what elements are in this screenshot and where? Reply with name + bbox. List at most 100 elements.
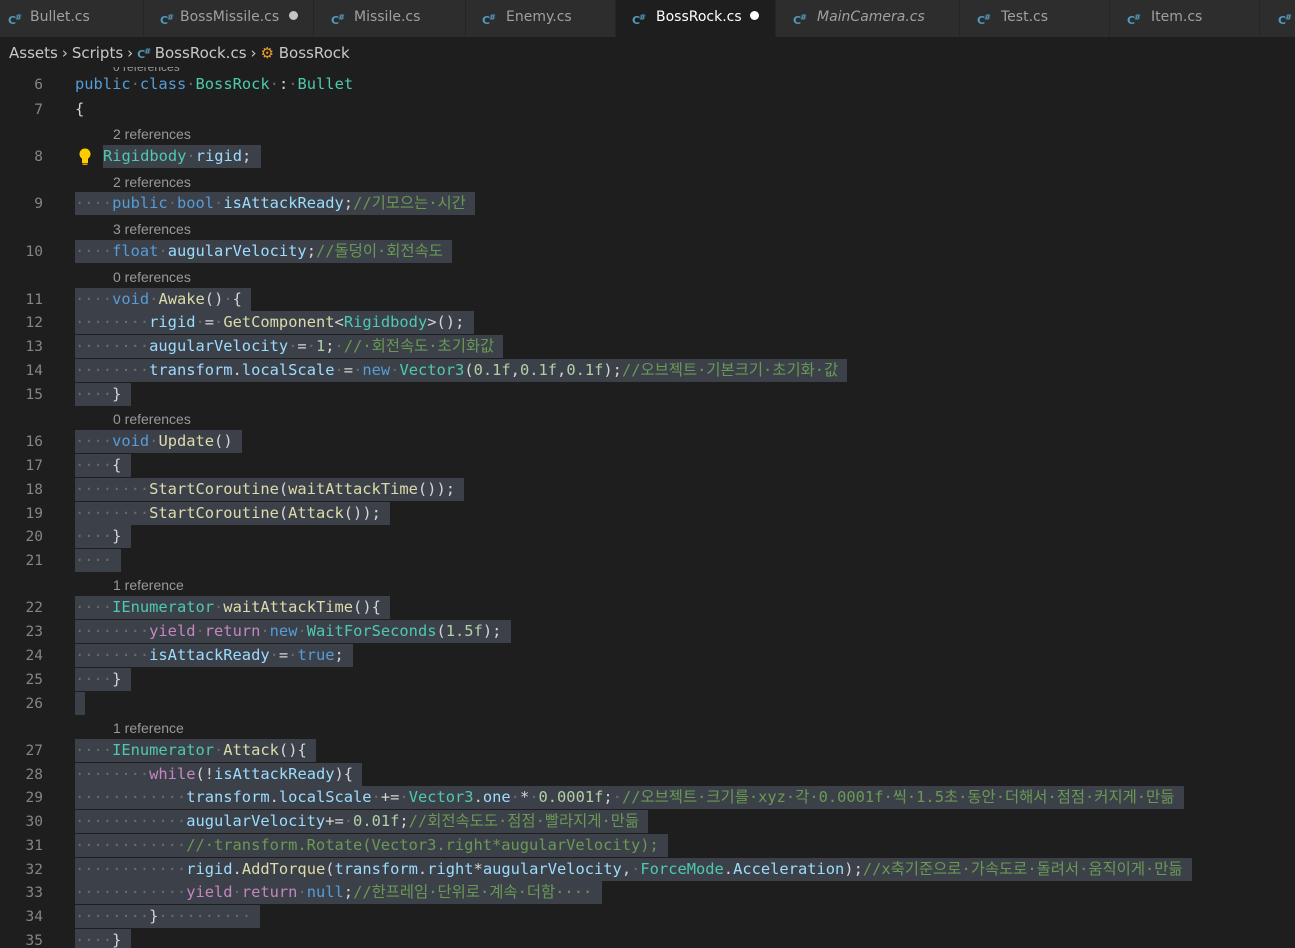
line-number: 18 <box>25 482 43 498</box>
code-line-35[interactable]: 35 ····} <box>0 929 1295 948</box>
code-line-13[interactable]: 13 ········augularVelocity·=·1;·//·회전속도·초… <box>0 335 1295 359</box>
csharp-file-icon: C# <box>1127 13 1141 27</box>
code-text: ········StartCoroutine(waitAttackTime())… <box>75 478 465 501</box>
line-number: 7 <box>34 102 43 118</box>
line-number: 24 <box>25 648 43 664</box>
breadcrumb-file[interactable]: BossRock.cs <box>155 44 247 62</box>
chevron-right-icon: › <box>250 44 257 62</box>
code-text: ············rigid.AddTorque(transform.ri… <box>75 858 1192 881</box>
line-number: 21 <box>25 553 43 569</box>
code-text: Rigidbody·rigid; <box>103 145 261 168</box>
code-line-30[interactable]: 30 ············augularVelocity+=·0.01f;//… <box>0 810 1295 834</box>
code-line-26[interactable]: 26 <box>0 692 1295 716</box>
tab-missile-cs[interactable]: C# Missile.cs <box>314 0 466 37</box>
code-text: ····} <box>75 668 131 691</box>
code-line-15[interactable]: 15 ····} <box>0 383 1295 407</box>
code-text: ····{ <box>75 454 131 477</box>
codelens-references[interactable]: 0 references <box>113 267 191 287</box>
tab-bullet-cs[interactable]: C# Bullet.cs <box>0 0 144 37</box>
code-line-21[interactable]: 21 ···· <box>0 549 1295 573</box>
tab-enemy-cs[interactable]: C# Enemy.cs <box>466 0 616 37</box>
line-number: 16 <box>25 434 43 450</box>
tab-overflow-partial[interactable]: C# <box>1260 0 1295 37</box>
code-text: { <box>75 100 85 118</box>
tab-bossmissile-cs[interactable]: C# BossMissile.cs <box>144 0 314 37</box>
code-line-11[interactable]: 11 ····void·Awake()·{ <box>0 288 1295 312</box>
code-text: ····} <box>75 929 131 948</box>
line-number: 27 <box>25 743 43 759</box>
code-line-27[interactable]: 27 ····IEnumerator·Attack(){ <box>0 739 1295 763</box>
code-line-9[interactable]: 9 ····public·bool·isAttackReady;//기모으는·시간 <box>0 192 1295 216</box>
tab-label: MainCamera.cs <box>817 9 925 25</box>
code-line-23[interactable]: 23 ········yield·return·new·WaitForSecond… <box>0 620 1295 644</box>
unsaved-dot-icon[interactable] <box>289 11 298 20</box>
code-text: ············yield·return·null;//한프레임·단위로… <box>75 881 602 904</box>
code-line-12[interactable]: 12 ········rigid·=·GetComponent<Rigidbody… <box>0 311 1295 335</box>
code-line-24[interactable]: 24 ········isAttackReady·=·true; <box>0 644 1295 668</box>
unsaved-dot-icon[interactable] <box>750 11 759 20</box>
codelens-references[interactable]: 0 references <box>113 409 191 429</box>
tab-label: Test.cs <box>1001 9 1049 25</box>
code-line-34[interactable]: 34 ········}·········· <box>0 905 1295 929</box>
breadcrumb-symbol[interactable]: BossRock <box>279 44 350 62</box>
tab-bossrock-cs[interactable]: C# BossRock.cs <box>616 0 776 37</box>
line-number: 19 <box>25 506 43 522</box>
tab-label: BossRock.cs <box>656 9 742 25</box>
code-text: ········StartCoroutine(Attack()); <box>75 502 391 525</box>
code-line-7[interactable]: 7{ <box>0 98 1295 122</box>
csharp-file-icon: C# <box>632 13 646 27</box>
tab-item-cs[interactable]: C# Item.cs <box>1110 0 1260 37</box>
code-text: ····IEnumerator·Attack(){ <box>75 739 317 762</box>
codelens-references[interactable]: 2 references <box>113 172 191 192</box>
code-editor[interactable]: 0 references 6 public·class·BossRock·:·Bu… <box>0 67 1295 948</box>
code-line-31[interactable]: 31 ············//·transform.Rotate(Vector… <box>0 834 1295 858</box>
tab-maincamera-cs[interactable]: C# MainCamera.cs <box>776 0 960 37</box>
line-number: 29 <box>25 790 43 806</box>
line-number: 33 <box>25 885 43 901</box>
code-line-6[interactable]: 6 public·class·BossRock·:·Bullet <box>0 73 1295 97</box>
code-line-20[interactable]: 20 ····} <box>0 525 1295 549</box>
code-text: ········augularVelocity·=·1;·//·회전속도·초기화… <box>75 335 504 358</box>
code-line-22[interactable]: 22 ····IEnumerator·waitAttackTime(){ <box>0 596 1295 620</box>
code-text <box>75 692 85 715</box>
code-text: ····void·Awake()·{ <box>75 288 252 311</box>
csharp-file-icon: C# <box>977 13 991 27</box>
code-line-32[interactable]: 32 ············rigid.AddTorque(transform.… <box>0 858 1295 882</box>
csharp-file-icon: C# <box>1278 13 1292 27</box>
code-text: ····void·Update() <box>75 430 242 453</box>
code-text: public·class·BossRock·:·Bullet <box>75 75 354 93</box>
csharp-file-icon: C# <box>482 13 496 27</box>
code-line-14[interactable]: 14 ········transform.localScale·=·new·Vec… <box>0 359 1295 383</box>
breadcrumb-folder-scripts[interactable]: Scripts <box>72 44 123 62</box>
line-number: 23 <box>25 624 43 640</box>
codelens-references[interactable]: 1 reference <box>113 575 184 595</box>
code-text: ············augularVelocity+=·0.01f;//회전… <box>75 810 649 833</box>
code-line-17[interactable]: 17 ····{ <box>0 454 1295 478</box>
code-line-18[interactable]: 18 ········StartCoroutine(waitAttackTime(… <box>0 478 1295 502</box>
code-line-10[interactable]: 10 ····float·augularVelocity;//돌덩이·회전속도 <box>0 240 1295 264</box>
tab-label: Missile.cs <box>354 9 421 25</box>
line-number: 6 <box>34 77 43 93</box>
code-text: ····} <box>75 383 131 406</box>
line-number: 30 <box>25 814 43 830</box>
code-line-29[interactable]: 29 ············transform.localScale·+=·Ve… <box>0 786 1295 810</box>
code-line-33[interactable]: 33 ············yield·return·null;//한프레임·단… <box>0 881 1295 905</box>
breadcrumb: Assets › Scripts › C# BossRock.cs › ⚙ BossRock <box>0 37 1295 67</box>
code-line-16[interactable]: 16 ····void·Update() <box>0 430 1295 454</box>
breadcrumb-folder-assets[interactable]: Assets <box>9 44 58 62</box>
line-number: 34 <box>25 909 43 925</box>
code-line-28[interactable]: 28 ········while(!isAttackReady){ <box>0 763 1295 787</box>
csharp-file-icon: C# <box>331 13 345 27</box>
lightbulb-icon[interactable] <box>77 147 93 166</box>
code-line-8[interactable]: 8 Rigidbody·rigid; <box>0 145 1295 169</box>
line-number: 8 <box>34 149 43 165</box>
line-number: 15 <box>25 387 43 403</box>
code-text: ········rigid·=·GetComponent<Rigidbody>(… <box>75 311 474 334</box>
codelens-references[interactable]: 1 reference <box>113 718 184 738</box>
code-line-19[interactable]: 19 ········StartCoroutine(Attack()); <box>0 502 1295 526</box>
line-number: 32 <box>25 862 43 878</box>
tab-test-cs[interactable]: C# Test.cs <box>960 0 1110 37</box>
codelens-references[interactable]: 2 references <box>113 124 191 144</box>
code-line-25[interactable]: 25 ····} <box>0 668 1295 692</box>
codelens-references[interactable]: 3 references <box>113 219 191 239</box>
